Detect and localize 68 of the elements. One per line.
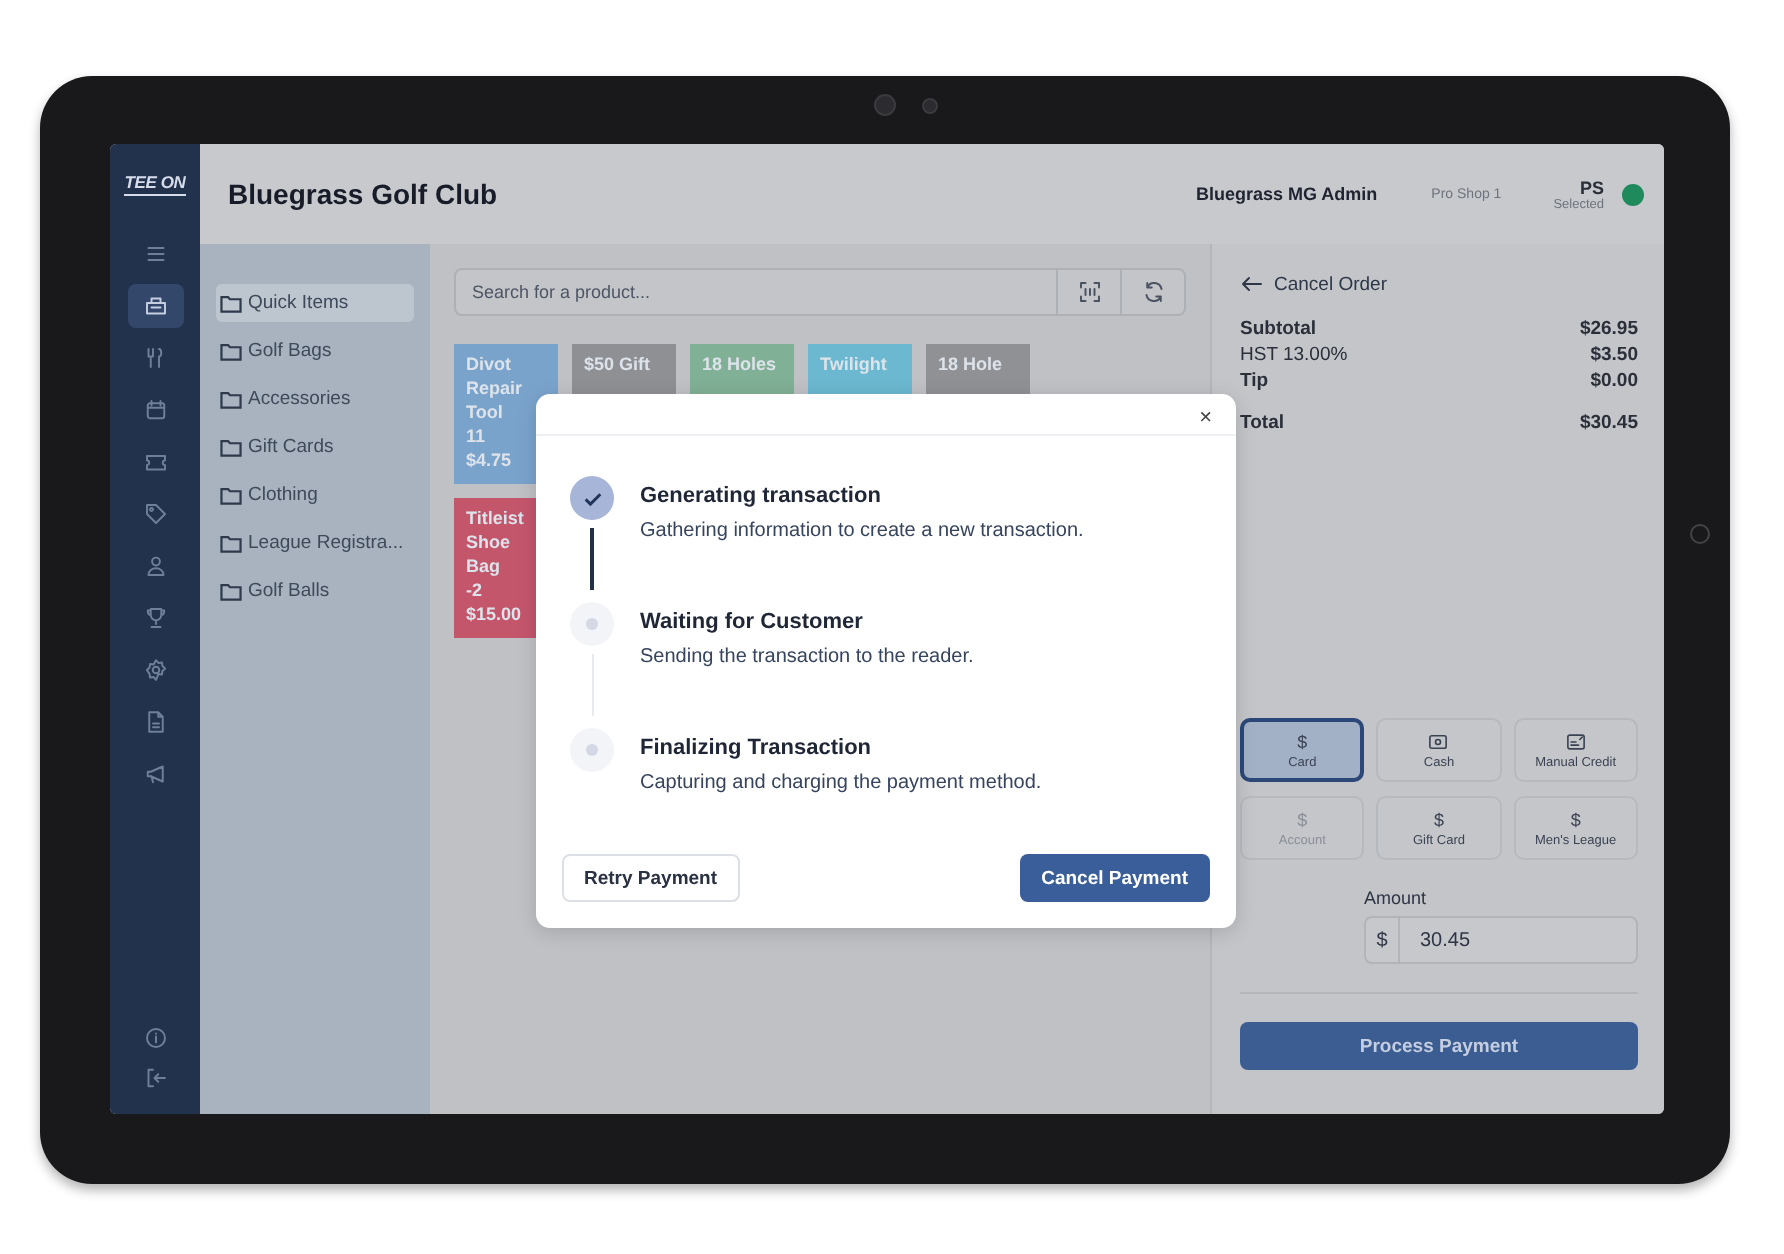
- category-item[interactable]: Golf Bags: [216, 332, 414, 370]
- calendar-icon: [143, 398, 167, 422]
- station-code: PS: [1579, 177, 1604, 197]
- amount-label: Amount: [1364, 888, 1429, 908]
- category-item[interactable]: Accessories: [216, 380, 414, 418]
- summary-value: $3.50: [1590, 342, 1638, 368]
- step-description: Sending the transaction to the reader.: [640, 646, 974, 668]
- banknote-icon: [1428, 731, 1449, 751]
- megaphone-icon: [143, 762, 167, 786]
- tag-icon: [143, 502, 167, 526]
- amount-field[interactable]: 30.45: [1400, 916, 1638, 964]
- category-item[interactable]: League Registra...: [216, 524, 414, 562]
- info-icon[interactable]: [143, 1026, 167, 1050]
- nav-item[interactable]: [127, 284, 183, 328]
- menu-icon: [143, 242, 167, 266]
- utensils-icon: [143, 346, 167, 370]
- step-title: Generating transaction: [640, 484, 883, 508]
- search-field[interactable]: Search for a product...: [454, 268, 1058, 316]
- cancel-payment-button[interactable]: Cancel Payment: [1019, 854, 1210, 902]
- folder-icon: [220, 437, 242, 457]
- ticket-icon: [143, 450, 167, 474]
- category-item[interactable]: Clothing: [216, 476, 414, 514]
- dollar-icon: $: [1297, 731, 1308, 751]
- total-label: Total: [1240, 410, 1284, 436]
- process-payment-button[interactable]: Process Payment: [1240, 1022, 1638, 1070]
- category-item[interactable]: Golf Balls: [216, 572, 414, 610]
- club-title: Bluegrass Golf Club: [228, 178, 500, 210]
- logo: TEE ON: [124, 172, 186, 196]
- folder-icon: [220, 533, 242, 553]
- close-button[interactable]: ×: [1199, 402, 1212, 434]
- back-arrow-icon: [1240, 272, 1264, 296]
- dollar-icon: $: [1433, 809, 1444, 829]
- refresh-button[interactable]: [1122, 268, 1186, 316]
- retry-payment-button[interactable]: Retry Payment: [562, 854, 740, 902]
- cancel-order-link[interactable]: Cancel Order: [1240, 272, 1638, 296]
- card-icon: [1565, 731, 1586, 751]
- gear-icon: [143, 658, 167, 682]
- summary-label: Subtotal: [1240, 316, 1316, 342]
- dollar-icon: $: [1297, 809, 1308, 829]
- total-value: $30.45: [1579, 410, 1638, 436]
- folder-icon: [220, 485, 242, 505]
- user-icon: [143, 554, 167, 578]
- folder-icon: [220, 341, 242, 361]
- side-button-icon: [1690, 524, 1710, 544]
- folder-icon: [220, 389, 242, 409]
- folder-icon: [220, 293, 242, 313]
- logout-icon[interactable]: [143, 1066, 167, 1090]
- trophy-icon: [143, 606, 167, 630]
- shop-icon: [143, 294, 167, 318]
- step-description: Capturing and charging the payment method.: [640, 772, 1042, 794]
- step-description: Gathering information to create a new transaction.: [640, 520, 1084, 542]
- user-name: Bluegrass MG Admin: [1195, 184, 1378, 204]
- step-title: Finalizing Transaction: [640, 736, 874, 760]
- summary-value: $26.95: [1579, 316, 1638, 342]
- category-item[interactable]: Gift Cards: [216, 428, 414, 466]
- scan-button[interactable]: [1058, 268, 1122, 316]
- scan-icon: [1077, 280, 1101, 304]
- folder-icon: [220, 581, 242, 601]
- step-title: Waiting for Customer: [640, 610, 865, 634]
- refresh-icon: [1141, 280, 1165, 304]
- summary-label: HST 13.00%: [1240, 342, 1348, 368]
- document-icon: [143, 710, 167, 734]
- currency-prefix: $: [1364, 916, 1400, 964]
- status-dot: [1622, 183, 1644, 205]
- summary-label: Tip: [1240, 368, 1269, 394]
- dollar-icon: $: [1570, 809, 1581, 829]
- category-item[interactable]: Quick Items: [216, 284, 414, 322]
- summary-value: $0.00: [1590, 368, 1638, 394]
